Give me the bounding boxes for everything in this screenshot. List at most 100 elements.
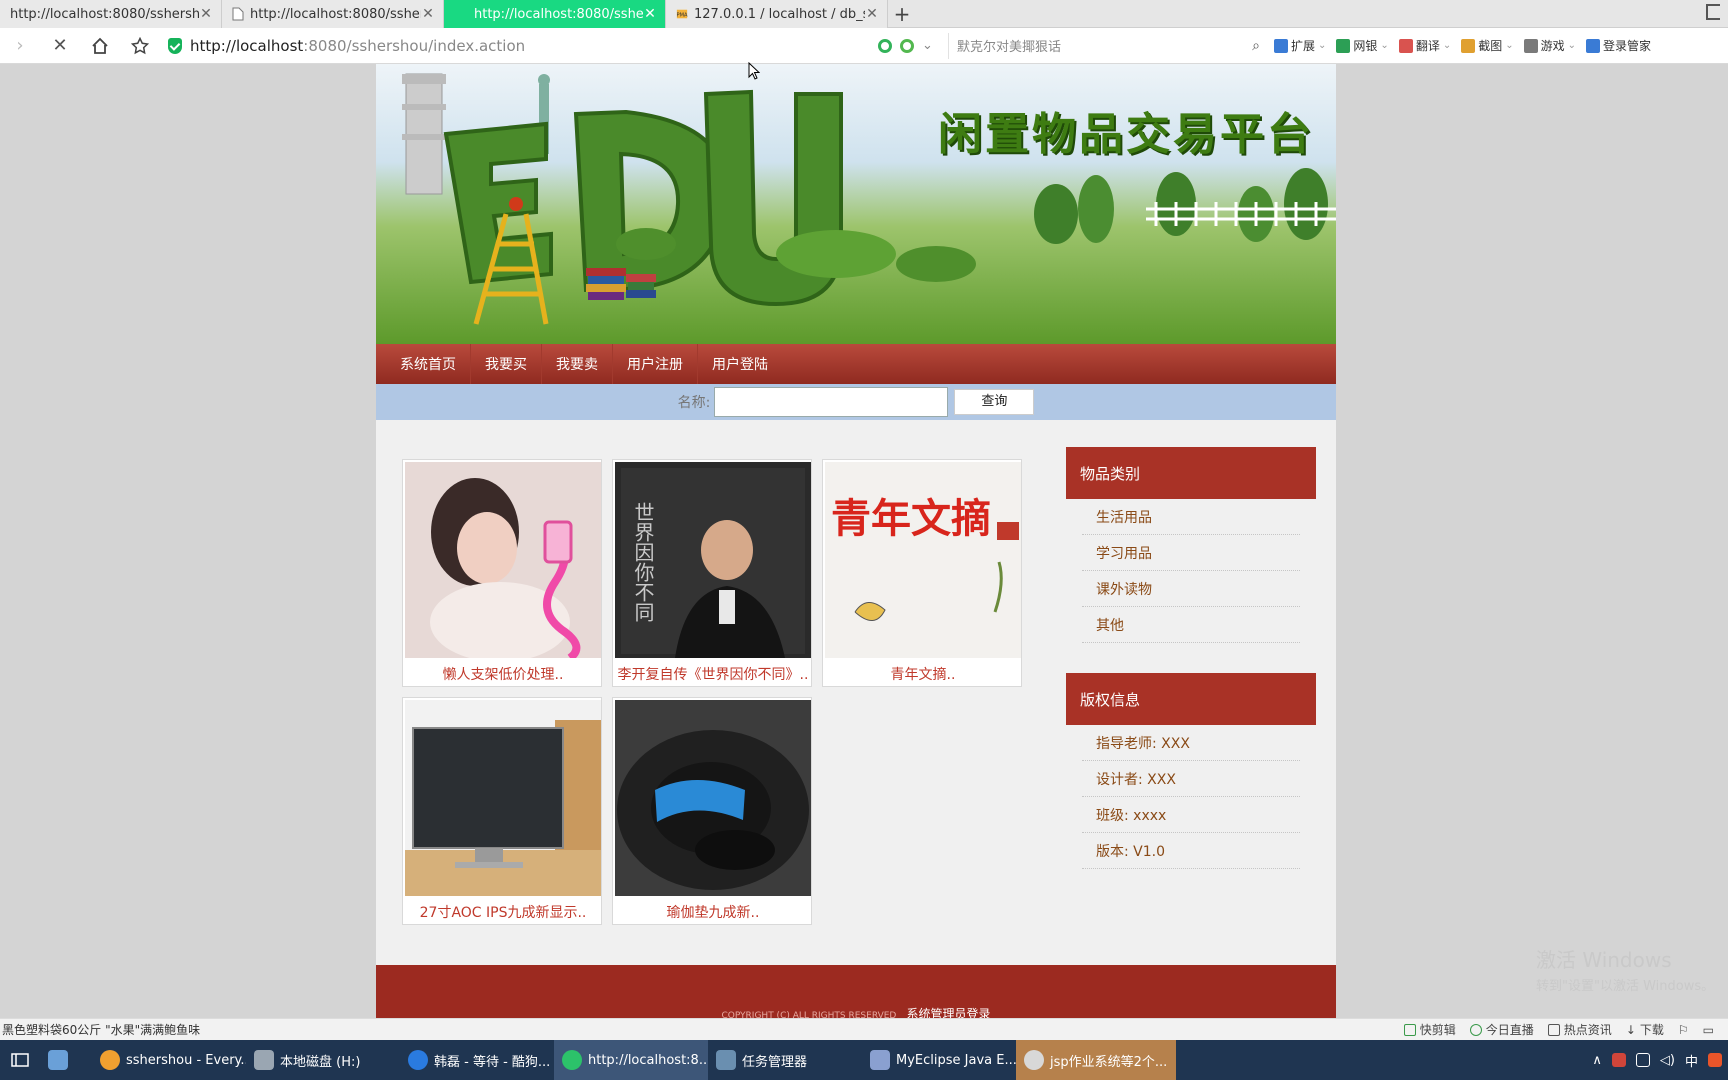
extension-screenshot[interactable]: 截图 ⌄: [1461, 37, 1514, 54]
browser-tab-1[interactable]: http://localhost:8080/sshershou/ ✕: [0, 0, 222, 28]
search-label: 名称:: [677, 395, 711, 411]
live-icon: [1469, 1023, 1482, 1036]
browser-search-box[interactable]: 默克尔对美揶狠话 ⌕: [948, 32, 1268, 59]
site-banner: 闲置物品交易平台: [376, 64, 1336, 344]
taskbar-explorer-pinned[interactable]: [40, 1040, 92, 1080]
close-icon[interactable]: ✕: [865, 6, 879, 22]
svg-text:PMA: PMA: [676, 13, 688, 19]
menu-home[interactable]: 系统首页: [386, 344, 471, 384]
extension-label: 网银: [1353, 39, 1378, 53]
browser-toolbar: › ✕ http://localhost:8080/sshershou/inde…: [0, 28, 1728, 64]
address-bar[interactable]: http://localhost:8080/sshershou/index.ac…: [168, 28, 878, 64]
url-host: http://localhost: [190, 36, 304, 55]
taskbar-item-jsp-folder[interactable]: jsp作业系统等2个...: [1016, 1040, 1176, 1080]
live-button[interactable]: 今日直播: [1469, 1021, 1534, 1038]
taskbar-item-label: 本地磁盘 (H:): [280, 1054, 361, 1070]
tray-app-icon[interactable]: [1611, 1053, 1626, 1067]
taskbar-item-everything[interactable]: sshershou - Every...: [92, 1040, 246, 1080]
chevron-up-icon[interactable]: ∧: [1592, 1053, 1602, 1068]
product-card[interactable]: 懒人支架低价处理..: [402, 459, 602, 687]
extension-bank[interactable]: 网银 ⌄: [1336, 37, 1389, 54]
product-image[interactable]: 世界因你不同: [615, 462, 811, 658]
browser-tab-3-active[interactable]: http://localhost:8080/sshershou/ ✕: [444, 0, 666, 28]
myeclipse-icon: [870, 1050, 890, 1070]
shield-icon: [1336, 38, 1351, 53]
explorer-icon: [48, 1050, 68, 1070]
ime-indicator[interactable]: 中: [1685, 1051, 1698, 1070]
window-icon[interactable]: ▭: [1703, 1023, 1714, 1037]
product-card[interactable]: 27寸AOC IPS九成新显示..: [402, 697, 602, 925]
url-path: :8080/sshershou/index.action: [303, 36, 526, 55]
product-image[interactable]: [405, 700, 601, 896]
taskbar-item-disk[interactable]: 本地磁盘 (H:): [246, 1040, 400, 1080]
extension-games[interactable]: 游戏 ⌄: [1523, 37, 1576, 54]
product-card[interactable]: 世界因你不同 李开复自传《世界因你不同》..: [612, 459, 812, 687]
product-title[interactable]: 27寸AOC IPS九成新显示..: [403, 902, 603, 922]
product-card[interactable]: 青年文摘 青年文摘..: [822, 459, 1022, 687]
bookmark-button[interactable]: [120, 28, 160, 64]
url-text[interactable]: http://localhost:8080/sshershou/index.ac…: [190, 37, 525, 55]
product-title[interactable]: 李开复自传《世界因你不同》..: [613, 664, 813, 684]
category-item[interactable]: 课外读物: [1082, 571, 1300, 607]
new-tab-button[interactable]: +: [888, 0, 916, 28]
windows-taskbar: sshershou - Every... 本地磁盘 (H:) 韩磊 - 等待 -…: [0, 1040, 1728, 1080]
news-icon: [1547, 1023, 1560, 1036]
status-tool-label: 快剪辑: [1419, 1023, 1456, 1037]
network-icon[interactable]: [1635, 1053, 1650, 1067]
menu-register[interactable]: 用户注册: [613, 344, 698, 384]
extension-expand[interactable]: 扩展 ⌄: [1274, 37, 1326, 54]
task-manager-icon: [716, 1050, 736, 1070]
copyright-box: 版权信息 指导老师: XXX 设计者: XXX 班级: xxxx 版本: V1.…: [1066, 673, 1316, 869]
taskbar-item-label: 任务管理器: [742, 1054, 808, 1070]
browser-tab-4[interactable]: PMA 127.0.0.1 / localhost / db_ssh ✕: [666, 0, 888, 28]
product-card[interactable]: 瑜伽垫九成新..: [612, 697, 812, 925]
chevron-down-icon[interactable]: ⌄: [922, 38, 933, 53]
query-button[interactable]: 查询: [954, 389, 1035, 415]
product-title[interactable]: 青年文摘..: [823, 664, 1023, 684]
user-key-icon: [1586, 38, 1601, 53]
menu-sell[interactable]: 我要卖: [542, 344, 613, 384]
forward-button[interactable]: ›: [0, 28, 40, 64]
taskbar-item-myeclipse[interactable]: MyEclipse Java E...: [862, 1040, 1016, 1080]
leaf-icon[interactable]: [900, 38, 914, 53]
copyright-item: 版本: V1.0: [1082, 833, 1300, 869]
flag-icon[interactable]: ⚐: [1678, 1023, 1689, 1037]
download-button[interactable]: ↓ 下载: [1626, 1021, 1664, 1038]
extension-login-manager[interactable]: 登录管家: [1586, 37, 1651, 54]
browser-tab-2[interactable]: http://localhost:8080/sshershou/ ✕: [222, 0, 444, 28]
close-icon[interactable]: ✕: [421, 6, 435, 22]
name-search-input[interactable]: [714, 387, 949, 417]
category-item[interactable]: 其他: [1082, 607, 1300, 643]
task-view-button[interactable]: [0, 1040, 40, 1080]
taskbar-item-browser[interactable]: http://localhost:8...: [554, 1040, 708, 1080]
status-news-ticker[interactable]: 黑色塑料袋60公斤 "水果"满满鲍鱼味: [0, 1021, 200, 1038]
taskbar-item-task-manager[interactable]: 任务管理器: [708, 1040, 862, 1080]
input-method-icon[interactable]: [1708, 1053, 1722, 1067]
product-image[interactable]: [615, 700, 811, 896]
chevron-down-icon: ⌄: [1380, 40, 1389, 51]
category-item[interactable]: 学习用品: [1082, 535, 1300, 571]
category-item[interactable]: 生活用品: [1082, 499, 1300, 535]
stop-loading-button[interactable]: ✕: [40, 28, 80, 64]
product-title[interactable]: 瑜伽垫九成新..: [613, 902, 813, 922]
home-button[interactable]: [80, 28, 120, 64]
volume-icon[interactable]: ◁): [1660, 1053, 1675, 1068]
window-menu-icon[interactable]: [1706, 4, 1720, 20]
product-image[interactable]: [405, 462, 601, 658]
product-image[interactable]: 青年文摘: [825, 462, 1021, 658]
menu-login[interactable]: 用户登陆: [698, 344, 782, 384]
close-icon[interactable]: ✕: [199, 6, 213, 22]
product-title[interactable]: 懒人支架低价处理..: [403, 664, 603, 684]
browser-icon: [562, 1050, 582, 1070]
taskbar-item-kugou[interactable]: 韩磊 - 等待 - 酷狗...: [400, 1040, 554, 1080]
extension-translate[interactable]: 翻译 ⌄: [1398, 37, 1451, 54]
search-icon[interactable]: ⌕: [1252, 38, 1260, 54]
hot-news-button[interactable]: 热点资讯: [1547, 1021, 1612, 1038]
refresh-speed-icon[interactable]: [878, 38, 892, 53]
quick-clip-button[interactable]: 快剪辑: [1403, 1021, 1456, 1038]
menu-buy[interactable]: 我要买: [471, 344, 542, 384]
magazine-title-text: 青年文摘: [831, 496, 991, 542]
taskbar-item-label: jsp作业系统等2个...: [1050, 1054, 1168, 1070]
extension-toolbar: 扩展 ⌄ 网银 ⌄ 翻译 ⌄ 截图 ⌄ 游戏 ⌄ 登录管家: [1274, 37, 1651, 54]
close-icon[interactable]: ✕: [643, 6, 657, 22]
